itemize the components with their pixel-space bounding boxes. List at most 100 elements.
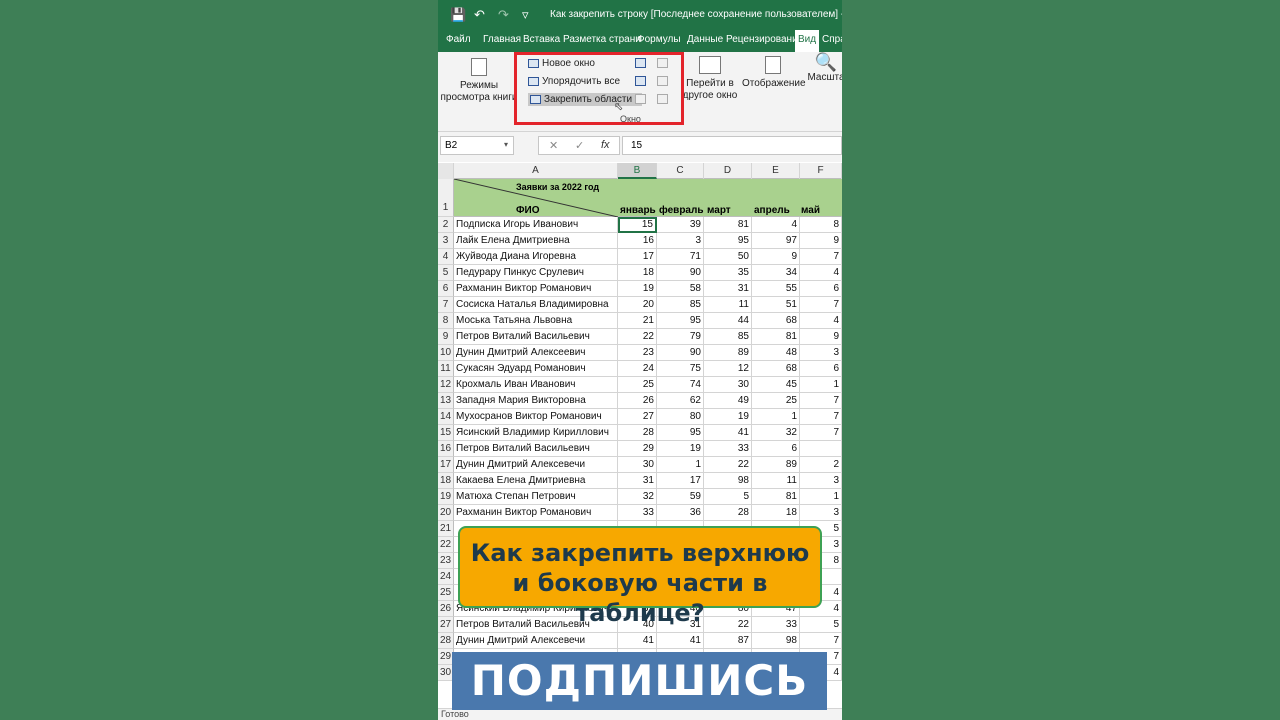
value-cell[interactable]: 7 (800, 425, 842, 441)
table-header-cells[interactable]: Заявки за 2022 год ФИО январь февраль ма… (454, 179, 842, 217)
value-cell[interactable]: 98 (704, 473, 752, 489)
row-number[interactable]: 13 (438, 393, 454, 409)
value-cell[interactable]: 4 (800, 265, 842, 281)
enter-icon[interactable]: ✓ (575, 139, 584, 152)
value-cell[interactable]: 25 (618, 377, 657, 393)
value-cell[interactable]: 11 (704, 297, 752, 313)
active-cell[interactable]: 15 (618, 217, 657, 233)
value-cell[interactable]: 25 (752, 393, 800, 409)
name-cell[interactable]: Сукасян Эдуард Романович (454, 361, 618, 377)
select-all-corner[interactable] (438, 163, 454, 179)
value-cell[interactable]: 81 (752, 489, 800, 505)
value-cell[interactable]: 36 (657, 505, 704, 521)
value-cell[interactable]: 41 (657, 633, 704, 649)
column-header-d[interactable]: D (704, 163, 752, 179)
row-number[interactable]: 24 (438, 569, 454, 585)
zoom-button[interactable]: 🔍 Масшта (806, 53, 842, 84)
save-icon[interactable]: 💾 (450, 7, 466, 23)
name-box-dropdown-icon[interactable]: ▾ (504, 140, 508, 149)
value-cell[interactable]: 3 (800, 345, 842, 361)
value-cell[interactable]: 30 (618, 457, 657, 473)
column-header-a[interactable]: A (454, 163, 618, 179)
row-number[interactable]: 26 (438, 601, 454, 617)
value-cell[interactable]: 5 (800, 617, 842, 633)
column-header-c[interactable]: C (657, 163, 704, 179)
value-cell[interactable]: 33 (752, 617, 800, 633)
value-cell[interactable]: 16 (618, 233, 657, 249)
cancel-icon[interactable]: ✕ (549, 139, 558, 152)
row-number[interactable]: 3 (438, 233, 454, 249)
value-cell[interactable]: 6 (752, 441, 800, 457)
row-number[interactable]: 28 (438, 633, 454, 649)
value-cell[interactable]: 95 (657, 313, 704, 329)
name-cell[interactable]: Петров Виталий Васильевич (454, 441, 618, 457)
value-cell[interactable]: 3 (657, 233, 704, 249)
value-cell[interactable]: 95 (657, 425, 704, 441)
row-number[interactable]: 16 (438, 441, 454, 457)
tab-file[interactable]: Файл (446, 34, 471, 45)
row-number[interactable]: 17 (438, 457, 454, 473)
value-cell[interactable]: 59 (657, 489, 704, 505)
value-cell[interactable]: 74 (657, 377, 704, 393)
name-cell[interactable]: Петров Виталий Васильевич (454, 329, 618, 345)
name-cell[interactable]: Какаева Елена Дмитриевна (454, 473, 618, 489)
row-number[interactable]: 25 (438, 585, 454, 601)
value-cell[interactable]: 6 (800, 281, 842, 297)
tab-home[interactable]: Главная (483, 34, 521, 45)
value-cell[interactable]: 1 (657, 457, 704, 473)
value-cell[interactable]: 1 (800, 377, 842, 393)
value-cell[interactable]: 85 (704, 329, 752, 345)
name-cell[interactable]: Сосиска Наталья Владимировна (454, 297, 618, 313)
switch-windows-button[interactable]: Перейти в другое окно (682, 56, 738, 102)
value-cell[interactable]: 19 (704, 409, 752, 425)
name-cell[interactable]: Жуйвода Диана Игоревна (454, 249, 618, 265)
redo-icon[interactable]: ↷ (498, 7, 509, 23)
value-cell[interactable]: 7 (800, 633, 842, 649)
subscribe-banner[interactable]: ПОДПИШИСЬ (452, 652, 827, 710)
value-cell[interactable]: 58 (657, 281, 704, 297)
value-cell[interactable]: 9 (800, 329, 842, 345)
row-number[interactable]: 10 (438, 345, 454, 361)
value-cell[interactable]: 35 (704, 265, 752, 281)
value-cell[interactable]: 51 (752, 297, 800, 313)
name-cell[interactable]: Лайк Елена Дмитриевна (454, 233, 618, 249)
value-cell[interactable]: 68 (752, 313, 800, 329)
column-header-e[interactable]: E (752, 163, 800, 179)
value-cell[interactable]: 8 (800, 217, 842, 233)
value-cell[interactable]: 4 (752, 217, 800, 233)
row-number[interactable]: 2 (438, 217, 454, 233)
row-number[interactable]: 4 (438, 249, 454, 265)
value-cell[interactable]: 9 (752, 249, 800, 265)
row-number[interactable]: 6 (438, 281, 454, 297)
insert-function-icon[interactable]: fx (601, 139, 610, 151)
row-number[interactable]: 19 (438, 489, 454, 505)
tab-insert[interactable]: Вставка (523, 34, 560, 45)
name-cell[interactable]: Дунин Дмитрий Алексевечи (454, 457, 618, 473)
value-cell[interactable]: 90 (657, 265, 704, 281)
value-cell[interactable]: 7 (800, 393, 842, 409)
name-cell[interactable]: Педурару Пинкус Срулевич (454, 265, 618, 281)
value-cell[interactable]: 18 (618, 265, 657, 281)
name-cell[interactable]: Рахманин Виктор Романович (454, 505, 618, 521)
value-cell[interactable]: 28 (704, 505, 752, 521)
value-cell[interactable]: 79 (657, 329, 704, 345)
value-cell[interactable]: 22 (704, 457, 752, 473)
value-cell[interactable]: 20 (618, 297, 657, 313)
value-cell[interactable]: 28 (618, 425, 657, 441)
value-cell[interactable]: 21 (618, 313, 657, 329)
value-cell[interactable]: 4 (800, 313, 842, 329)
value-cell[interactable]: 55 (752, 281, 800, 297)
value-cell[interactable]: 1 (752, 409, 800, 425)
value-cell[interactable]: 26 (618, 393, 657, 409)
value-cell[interactable]: 5 (704, 489, 752, 505)
value-cell[interactable]: 3 (800, 473, 842, 489)
value-cell[interactable]: 33 (618, 505, 657, 521)
undo-icon[interactable]: ↶ (474, 7, 485, 23)
value-cell[interactable]: 3 (800, 505, 842, 521)
tab-formulas[interactable]: Формулы (637, 34, 681, 45)
row-number[interactable]: 27 (438, 617, 454, 633)
name-cell[interactable]: Подписка Игорь Иванович (454, 217, 618, 233)
tab-review[interactable]: Рецензировани (726, 34, 798, 45)
row-number[interactable]: 8 (438, 313, 454, 329)
tab-view[interactable]: Вид (795, 30, 820, 52)
